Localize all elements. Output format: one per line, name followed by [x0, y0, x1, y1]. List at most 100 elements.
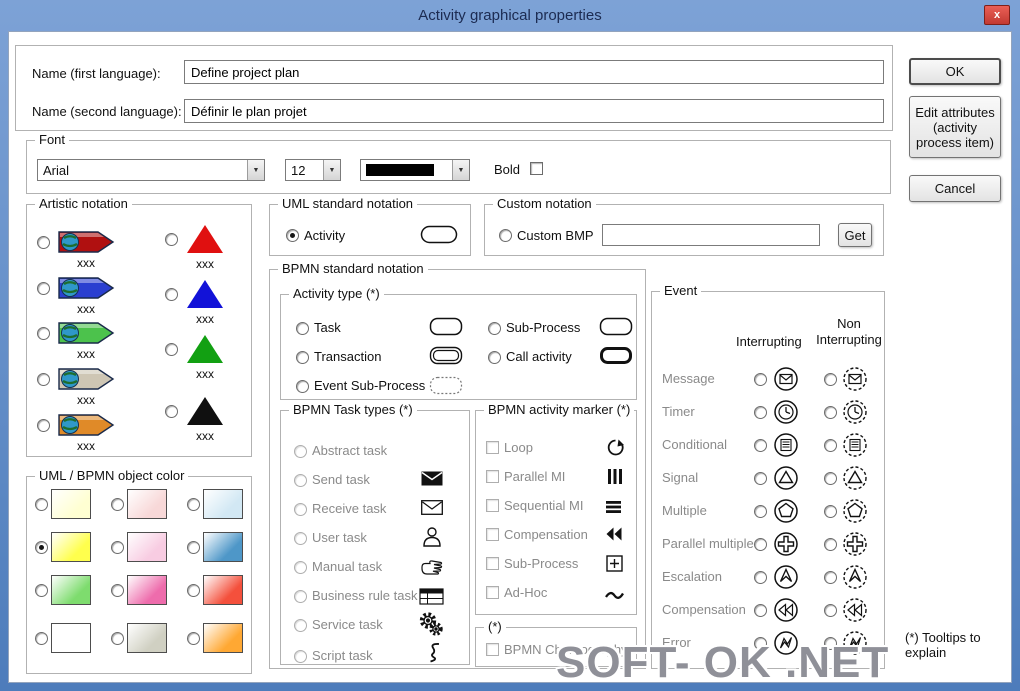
color-radio[interactable]	[111, 584, 124, 597]
compensation-label: Compensation	[504, 527, 588, 542]
event-row-label: Conditional	[662, 437, 728, 452]
event-interrupting-radio[interactable]	[754, 472, 767, 485]
color-radio[interactable]	[35, 584, 48, 597]
artistic-triangle-radio[interactable]	[165, 343, 178, 356]
ok-button[interactable]: OK	[909, 58, 1001, 85]
event-interrupting-radio[interactable]	[754, 538, 767, 551]
event-interrupting-radio[interactable]	[754, 505, 767, 518]
artistic-arrow-label: xxx	[77, 347, 95, 361]
color-radio[interactable]	[111, 632, 124, 645]
artistic-arrow-radio[interactable]	[37, 327, 50, 340]
call-activity-radio[interactable]	[488, 351, 501, 364]
event-non-interrupting-radio[interactable]	[824, 406, 837, 419]
activity-type-group-label: Activity type (*)	[289, 286, 384, 301]
color-radio[interactable]	[35, 498, 48, 511]
event-non-interrupting-radio[interactable]	[824, 571, 837, 584]
artistic-arrow-radio[interactable]	[37, 373, 50, 386]
escalation-interrupting-icon	[773, 564, 799, 590]
color-radio[interactable]	[187, 541, 200, 554]
event-non-interrupting-radio[interactable]	[824, 604, 837, 617]
event-group-label: Event	[660, 283, 702, 298]
color-swatch	[203, 489, 243, 519]
bpmn-notation-group: BPMN standard notation Activity type (*)…	[269, 261, 646, 669]
event-row-label: Timer	[662, 404, 695, 419]
event-interrupting-radio[interactable]	[754, 373, 767, 386]
chevron-down-icon[interactable]: ▼	[452, 160, 469, 180]
color-radio[interactable]	[111, 541, 124, 554]
color-swatch	[127, 575, 167, 605]
user-task-radio	[294, 532, 307, 545]
loop-arrow-icon	[606, 438, 625, 457]
color-swatch	[127, 623, 167, 653]
globe-arrow-icon	[57, 412, 115, 438]
conditional-non-interrupting-icon	[842, 432, 868, 458]
globe-arrow-icon	[57, 320, 115, 346]
custom-bmp-input[interactable]	[602, 224, 820, 246]
color-radio[interactable]	[187, 498, 200, 511]
triangle-icon	[185, 278, 225, 310]
signal-non-interrupting-icon	[842, 465, 868, 491]
task-radio[interactable]	[296, 322, 309, 335]
cancel-button[interactable]: Cancel	[909, 175, 1001, 202]
name-second-input[interactable]	[184, 99, 884, 123]
event-interrupting-radio[interactable]	[754, 439, 767, 452]
artistic-triangle-label: xxx	[196, 257, 214, 271]
triangle-icon	[185, 333, 225, 365]
name-first-input[interactable]	[184, 60, 884, 84]
font-group-label: Font	[35, 132, 70, 147]
uml-activity-radio[interactable]	[286, 229, 299, 242]
event-interrupting-radio[interactable]	[754, 406, 767, 419]
font-size-value: 12	[291, 162, 306, 178]
event-non-interrupting-radio[interactable]	[824, 538, 837, 551]
boxed-plus-icon	[606, 555, 623, 572]
bold-checkbox[interactable]	[530, 162, 543, 175]
artistic-arrow-radio[interactable]	[37, 282, 50, 295]
event-interrupting-radio[interactable]	[754, 571, 767, 584]
send-task-label: Send task	[312, 472, 370, 487]
footnote: (*) Tooltips to explain	[905, 630, 981, 660]
event-group: Event Interrupting Non Interrupting Mess…	[651, 283, 885, 669]
close-button[interactable]: x	[984, 5, 1010, 25]
font-size-dropdown[interactable]: 12 ▼	[285, 159, 341, 181]
font-color-dropdown[interactable]: ▼	[360, 159, 470, 181]
artistic-triangle-radio[interactable]	[165, 405, 178, 418]
user-task-label: User task	[312, 530, 367, 545]
task-types-group-label: BPMN Task types (*)	[289, 402, 417, 417]
artistic-triangle-radio[interactable]	[165, 288, 178, 301]
subprocess-marker-checkbox	[486, 557, 499, 570]
activity-marker-group: BPMN activity marker (*) Loop Parallel M…	[475, 402, 637, 615]
script-task-label: Script task	[312, 648, 373, 663]
event-non-interrupting-radio[interactable]	[824, 439, 837, 452]
color-radio[interactable]	[187, 632, 200, 645]
artistic-triangle-radio[interactable]	[165, 233, 178, 246]
artistic-arrow-radio[interactable]	[37, 236, 50, 249]
event-subprocess-radio[interactable]	[296, 380, 309, 393]
event-interrupting-radio[interactable]	[754, 604, 767, 617]
triangle-icon	[185, 223, 225, 255]
send-task-radio	[294, 474, 307, 487]
horizontal-bars-icon	[605, 500, 622, 514]
color-radio[interactable]	[35, 632, 48, 645]
chevron-down-icon[interactable]: ▼	[323, 160, 340, 180]
get-button[interactable]: Get	[838, 223, 872, 247]
color-radio[interactable]	[187, 584, 200, 597]
artistic-arrow-radio[interactable]	[37, 419, 50, 432]
color-swatch	[51, 623, 91, 653]
custom-bmp-radio[interactable]	[499, 229, 512, 242]
task-label: Task	[314, 320, 341, 335]
sequential-mi-label: Sequential MI	[504, 498, 584, 513]
loop-label: Loop	[504, 440, 533, 455]
transaction-radio[interactable]	[296, 351, 309, 364]
edit-attributes-button[interactable]: Edit attributes (activity process item)	[909, 96, 1001, 158]
color-radio[interactable]	[111, 498, 124, 511]
event-non-interrupting-radio[interactable]	[824, 472, 837, 485]
subprocess-radio[interactable]	[488, 322, 501, 335]
bpmn-group-label: BPMN standard notation	[278, 261, 428, 276]
event-non-interrupting-radio[interactable]	[824, 505, 837, 518]
font-color-swatch	[366, 164, 434, 176]
message-non-interrupting-icon	[842, 366, 868, 392]
event-non-interrupting-radio[interactable]	[824, 373, 837, 386]
color-radio-selected[interactable]	[35, 541, 48, 554]
font-family-dropdown[interactable]: Arial ▼	[37, 159, 265, 181]
chevron-down-icon[interactable]: ▼	[247, 160, 264, 180]
